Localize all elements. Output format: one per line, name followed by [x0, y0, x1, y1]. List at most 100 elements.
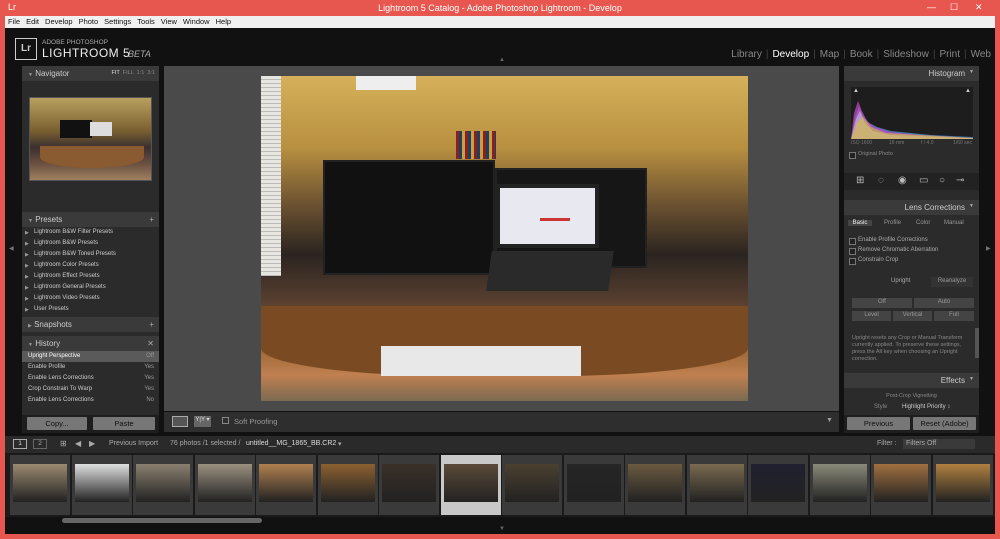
upright-vertical-button[interactable]: Vertical	[893, 311, 932, 321]
filmstrip-thumbnail[interactable]	[133, 455, 193, 515]
navigator-preview[interactable]	[29, 97, 152, 181]
module-develop[interactable]: Develop	[768, 49, 813, 60]
crop-tool-icon[interactable]: ⊞	[856, 175, 864, 186]
zoom-fit[interactable]: FIT	[112, 70, 120, 76]
filmstrip-thumbnail[interactable]	[317, 455, 378, 515]
filmstrip-thumbnail[interactable]	[932, 455, 993, 515]
collapse-left-icon[interactable]: ◀	[9, 245, 14, 252]
navigator-header[interactable]: ▼ Navigator FIT FILL 1:1 3:1	[22, 66, 159, 81]
add-snapshot-icon[interactable]: +	[149, 320, 154, 329]
filmstrip-thumbnail[interactable]	[871, 455, 931, 515]
collapse-top-icon[interactable]: ▲	[499, 57, 505, 63]
page-1-button[interactable]: 1	[13, 439, 27, 449]
menu-edit[interactable]: Edit	[23, 16, 42, 26]
maximize-button[interactable]: ☐	[950, 2, 958, 13]
reset-button[interactable]: Reset (Adobe)	[913, 417, 976, 430]
presets-header[interactable]: ▼ Presets +	[22, 212, 159, 227]
filmstrip-thumbnail[interactable]	[194, 455, 255, 515]
close-button[interactable]: ✕	[975, 2, 983, 13]
preset-folder[interactable]: Lightroom B&W Toned Presets	[22, 249, 159, 260]
grid-icon[interactable]: ⊞	[60, 439, 67, 448]
module-web[interactable]: Web	[967, 49, 995, 60]
clip-highlight-icon[interactable]: ▲	[965, 88, 971, 94]
history-step[interactable]: Upright Perspective Off	[22, 351, 159, 362]
filter-select[interactable]: Filters Off	[903, 439, 975, 449]
filmstrip-thumbnail[interactable]	[502, 455, 562, 515]
toolbar-menu-icon[interactable]: ▼	[826, 417, 833, 424]
clear-history-icon[interactable]: ✕	[147, 339, 154, 348]
lens-corrections-header[interactable]: Lens Corrections ▼	[844, 200, 979, 215]
clip-shadow-icon[interactable]: ▲	[853, 88, 859, 94]
history-step[interactable]: Enable Lens Corrections No	[22, 395, 159, 406]
panel-scrollbar[interactable]	[975, 328, 979, 358]
history-step[interactable]: Crop Constrain To Warp Yes	[22, 384, 159, 395]
preset-folder[interactable]: Lightroom B&W Presets	[22, 238, 159, 249]
filmstrip-scrollbar[interactable]	[62, 518, 262, 523]
previous-button[interactable]: Previous	[847, 417, 910, 430]
filmstrip-thumbnail[interactable]	[563, 455, 624, 515]
back-arrow-icon[interactable]: ◀	[75, 439, 81, 448]
preset-folder[interactable]: Lightroom Effect Presets	[22, 271, 159, 282]
upright-level-button[interactable]: Level	[852, 311, 891, 321]
page-2-button[interactable]: 2	[33, 439, 47, 449]
history-step[interactable]: Enable Profile Yes	[22, 362, 159, 373]
source-label[interactable]: Previous Import	[109, 440, 158, 447]
original-photo-toggle[interactable]: Original Photo	[844, 151, 979, 161]
filmstrip-thumbnail[interactable]	[809, 455, 870, 515]
image-canvas[interactable]	[164, 66, 839, 411]
filename[interactable]: untitled__MG_1865_BB.CR2	[246, 440, 336, 447]
enable-profile-checkbox[interactable]: Enable Profile Corrections	[844, 237, 979, 247]
preset-folder[interactable]: Lightroom Color Presets	[22, 260, 159, 271]
tab-profile[interactable]: Profile	[884, 220, 901, 226]
collapse-bottom-icon[interactable]: ▼	[499, 526, 505, 532]
module-map[interactable]: Map	[816, 49, 843, 60]
module-book[interactable]: Book	[846, 49, 877, 60]
filmstrip-thumbnail[interactable]	[440, 455, 501, 515]
source-dropdown-icon[interactable]: ▾	[338, 440, 342, 448]
menu-settings[interactable]: Settings	[101, 16, 134, 26]
menu-view[interactable]: View	[158, 16, 180, 26]
remove-ca-checkbox[interactable]: Remove Chromatic Aberration	[844, 247, 979, 257]
preset-folder[interactable]: User Presets	[22, 304, 159, 315]
paste-settings-button[interactable]: Paste	[93, 417, 155, 430]
preset-folder[interactable]: Lightroom Video Presets	[22, 293, 159, 304]
menu-help[interactable]: Help	[213, 16, 234, 26]
constrain-crop-checkbox[interactable]: Constrain Crop	[844, 257, 979, 267]
zoom-1-1[interactable]: 1:1	[137, 70, 145, 76]
tab-manual[interactable]: Manual	[944, 220, 964, 226]
minimize-button[interactable]: —	[927, 2, 936, 12]
upright-full-button[interactable]: Full	[934, 311, 974, 321]
history-header[interactable]: ▼ History ✕	[22, 336, 159, 351]
filmstrip-thumbnail[interactable]	[10, 455, 70, 515]
menu-file[interactable]: File	[5, 16, 23, 26]
zoom-fill[interactable]: FILL	[123, 70, 134, 76]
histogram-header[interactable]: Histogram ▼	[844, 66, 979, 81]
history-step[interactable]: Enable Lens Corrections Yes	[22, 373, 159, 384]
menu-photo[interactable]: Photo	[76, 16, 102, 26]
filmstrip-thumbnail[interactable]	[686, 455, 747, 515]
spot-removal-icon[interactable]: ◌	[878, 175, 884, 186]
zoom-3-1[interactable]: 3:1	[147, 70, 155, 76]
filmstrip-thumbnail[interactable]	[379, 455, 439, 515]
filmstrip-thumbnail[interactable]	[71, 455, 132, 515]
graduated-filter-icon[interactable]: ▭	[919, 175, 928, 186]
module-library[interactable]: Library	[727, 49, 766, 60]
snapshots-header[interactable]: ▶ Snapshots +	[22, 317, 159, 332]
adjustment-brush-icon[interactable]: ⊸	[956, 175, 964, 186]
main-photo[interactable]	[261, 76, 748, 401]
filmstrip-thumbnail[interactable]	[748, 455, 808, 515]
reanalyze-button[interactable]: Reanalyze	[931, 277, 973, 287]
effects-header[interactable]: Effects ▼	[844, 373, 979, 388]
menu-tools[interactable]: Tools	[134, 16, 158, 26]
histogram[interactable]: ▲ ▲	[851, 87, 973, 139]
add-preset-icon[interactable]: +	[149, 215, 154, 224]
style-select[interactable]: Highlight Priority ↕	[902, 404, 950, 410]
preset-folder[interactable]: Lightroom B&W Filter Presets	[22, 227, 159, 238]
tab-color[interactable]: Color	[916, 220, 930, 226]
module-slideshow[interactable]: Slideshow	[879, 49, 933, 60]
upright-off-button[interactable]: Off	[852, 298, 912, 308]
menu-window[interactable]: Window	[180, 16, 213, 26]
upright-auto-button[interactable]: Auto	[914, 298, 974, 308]
module-print[interactable]: Print	[935, 49, 964, 60]
radial-filter-icon[interactable]: ○	[939, 175, 945, 186]
